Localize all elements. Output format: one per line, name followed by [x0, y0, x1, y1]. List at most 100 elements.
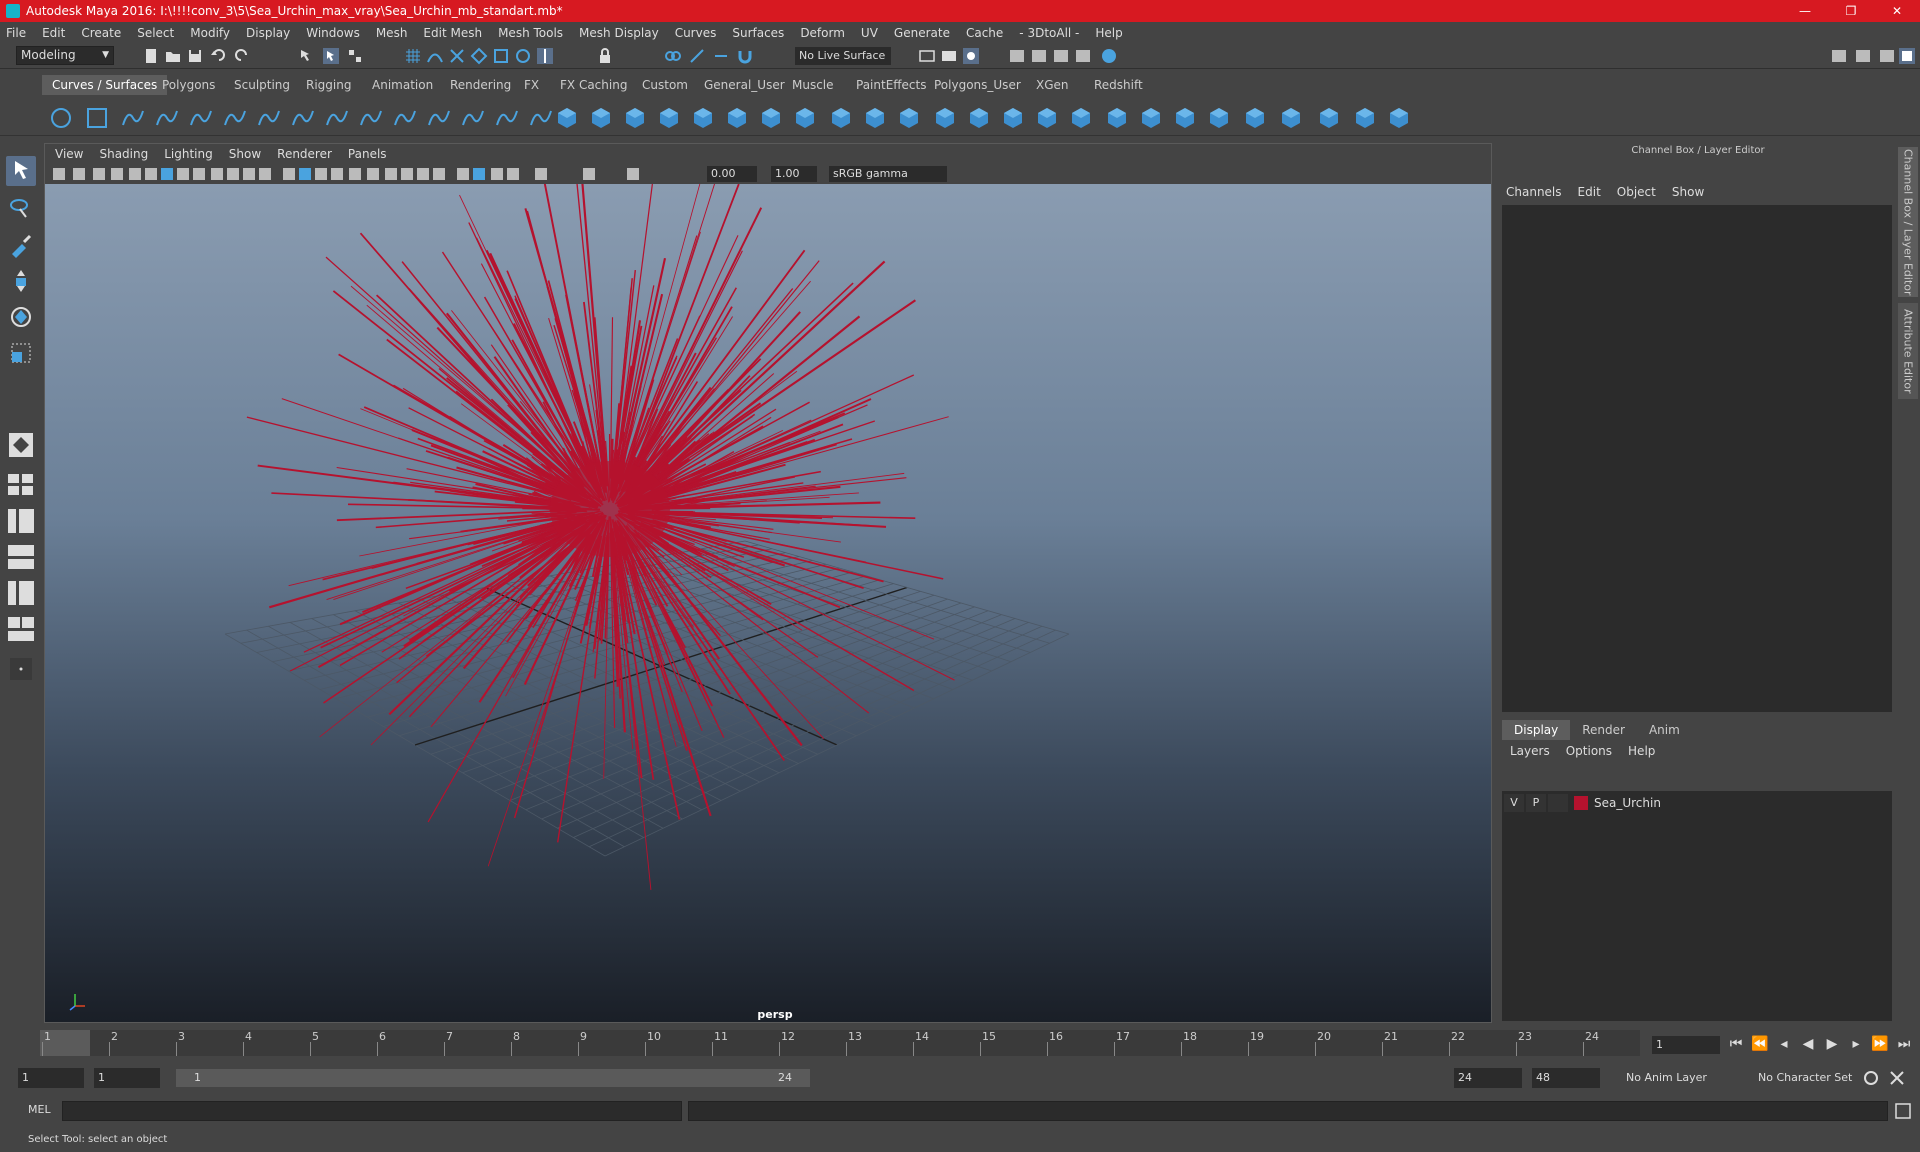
- camera-attributes-icon[interactable]: [73, 168, 85, 180]
- menu-create[interactable]: Create: [81, 26, 121, 40]
- render-setup-icon[interactable]: [1052, 47, 1070, 65]
- xray-components-icon[interactable]: [507, 168, 519, 180]
- menu-select[interactable]: Select: [137, 26, 174, 40]
- menu-windows[interactable]: Windows: [306, 26, 360, 40]
- shelf-tab-fx-caching[interactable]: FX Caching: [550, 75, 637, 95]
- lasso-tool[interactable]: [6, 194, 36, 224]
- move-tool[interactable]: [6, 266, 36, 296]
- image-plane-icon[interactable]: [111, 168, 123, 180]
- layer-menu-options[interactable]: Options: [1566, 744, 1612, 758]
- symmetry-icon[interactable]: [536, 47, 554, 65]
- viewport-menu-lighting[interactable]: Lighting: [164, 147, 213, 161]
- current-frame-field[interactable]: 1: [1652, 1036, 1720, 1054]
- layout-single-pane[interactable]: [6, 430, 36, 460]
- scale-tool[interactable]: [6, 338, 36, 368]
- snap-to-projected-center-icon[interactable]: [514, 47, 532, 65]
- shelf-tab-curves-surfaces[interactable]: Curves / Surfaces: [42, 75, 168, 95]
- gate-mask-icon[interactable]: [211, 168, 223, 180]
- render-current-frame-icon[interactable]: [940, 47, 958, 65]
- menu-help[interactable]: Help: [1095, 26, 1122, 40]
- input-operations-icon[interactable]: [664, 47, 682, 65]
- nurbs-plane-icon[interactable]: [690, 105, 716, 131]
- field-chart-icon[interactable]: [227, 168, 239, 180]
- nurbs-cylinder-icon[interactable]: [622, 105, 648, 131]
- minimize-button[interactable]: —: [1782, 0, 1828, 22]
- script-editor-icon[interactable]: [1894, 1102, 1912, 1120]
- layout-persp-outliner[interactable]: [6, 506, 36, 536]
- modeling-toolkit-icon[interactable]: [1830, 47, 1848, 65]
- range-slider[interactable]: 1 24: [176, 1069, 810, 1087]
- snap-to-curve-icon[interactable]: [426, 47, 444, 65]
- shelf-tab-fx[interactable]: FX: [514, 75, 549, 95]
- channel-box-menu-object[interactable]: Object: [1617, 185, 1656, 199]
- detach-curves-icon[interactable]: [392, 105, 418, 131]
- insert-isoparm-icon[interactable]: [1278, 105, 1304, 131]
- attribute-editor-toggle-icon[interactable]: [1854, 47, 1872, 65]
- resolution-gate-icon[interactable]: [193, 168, 205, 180]
- layer-row[interactable]: V P Sea_Urchin: [1504, 793, 1890, 813]
- channel-box-menu-channels[interactable]: Channels: [1506, 185, 1562, 199]
- menu-deform[interactable]: Deform: [800, 26, 845, 40]
- textured-icon[interactable]: [349, 168, 361, 180]
- animation-preferences-icon[interactable]: [1862, 1069, 1880, 1087]
- align-surface-icon[interactable]: [1206, 105, 1232, 131]
- nurbs-circle-icon[interactable]: [48, 105, 74, 131]
- command-input[interactable]: [62, 1101, 682, 1121]
- shelf-tab-rigging[interactable]: Rigging: [296, 75, 361, 95]
- lock-icon[interactable]: [596, 47, 614, 65]
- menu-modify[interactable]: Modify: [190, 26, 230, 40]
- timeline-ruler[interactable]: 1 2 3 4 5 6 7 8 9 10 11 12 13 14 15 16 17 18 19 20 21 22 23 24: [40, 1030, 1640, 1056]
- 3d-viewport[interactable]: persp: [45, 184, 1491, 1022]
- rebuild-curve-icon[interactable]: [426, 105, 452, 131]
- smooth-shade-icon[interactable]: [299, 168, 311, 180]
- script-language-toggle[interactable]: MEL: [28, 1103, 51, 1116]
- select-by-hierarchy-icon[interactable]: [298, 47, 316, 65]
- film-gate-icon[interactable]: [177, 168, 189, 180]
- menu-display[interactable]: Display: [246, 26, 290, 40]
- snap-to-grid-icon[interactable]: [404, 47, 422, 65]
- snap-to-point-icon[interactable]: [448, 47, 466, 65]
- channel-box-attributes[interactable]: [1502, 205, 1892, 712]
- layer-tab-display[interactable]: Display: [1502, 720, 1571, 740]
- tool-settings-toggle-icon[interactable]: [1878, 47, 1896, 65]
- auto-key-icon[interactable]: [1888, 1069, 1906, 1087]
- redo-icon[interactable]: [232, 47, 250, 65]
- select-tool[interactable]: [6, 156, 36, 186]
- attach-curves-icon[interactable]: [358, 105, 384, 131]
- shelf-tab-custom[interactable]: Custom: [632, 75, 698, 95]
- ep-curve-icon[interactable]: [154, 105, 180, 131]
- magnet-icon[interactable]: [736, 47, 754, 65]
- menu-surfaces[interactable]: Surfaces: [732, 26, 784, 40]
- exposure-field[interactable]: 0.00: [707, 166, 757, 182]
- xray-joints-icon[interactable]: [491, 168, 503, 180]
- rotate-tool[interactable]: [6, 302, 36, 332]
- cv-curve-icon[interactable]: [120, 105, 146, 131]
- menu-mesh[interactable]: Mesh: [376, 26, 408, 40]
- offset-curve-icon[interactable]: [460, 105, 486, 131]
- menu-cache[interactable]: Cache: [966, 26, 1003, 40]
- layer-menu-layers[interactable]: Layers: [1510, 744, 1550, 758]
- construction-history-icon[interactable]: [688, 47, 706, 65]
- shelf-tab-polygons[interactable]: Polygons: [152, 75, 225, 95]
- render-settings-icon[interactable]: [1008, 47, 1026, 65]
- hypershade-icon[interactable]: [1030, 47, 1048, 65]
- layer-name[interactable]: Sea_Urchin: [1594, 796, 1661, 810]
- channel-box-menu-show[interactable]: Show: [1672, 185, 1704, 199]
- extend-icon[interactable]: [1316, 105, 1342, 131]
- use-all-lights-icon[interactable]: [367, 168, 379, 180]
- layout-persp-outliner-2[interactable]: [6, 614, 36, 644]
- layer-playback-toggle[interactable]: P: [1526, 794, 1546, 812]
- revolve-icon[interactable]: [758, 105, 784, 131]
- select-by-component-icon[interactable]: [346, 47, 364, 65]
- shadows-icon[interactable]: [385, 168, 397, 180]
- close-button[interactable]: ✕: [1874, 0, 1920, 22]
- animation-start-field[interactable]: 1: [18, 1068, 84, 1088]
- shelf-tab-polygons-user[interactable]: Polygons_User: [924, 75, 1031, 95]
- birail-icon[interactable]: [932, 105, 958, 131]
- channel-box-side-tab[interactable]: Channel Box / Layer Editor: [1898, 147, 1918, 297]
- bookmark-icon[interactable]: [93, 168, 105, 180]
- nurbs-sphere-icon[interactable]: [554, 105, 580, 131]
- fillet-curve-icon[interactable]: [528, 105, 554, 131]
- menu-uv[interactable]: UV: [861, 26, 878, 40]
- grid-toggle-icon[interactable]: [161, 168, 173, 180]
